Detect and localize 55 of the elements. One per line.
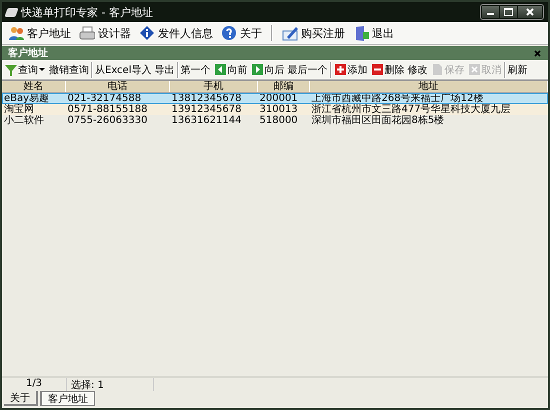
- toolbar-button[interactable]: 发件人信息: [137, 23, 215, 43]
- table-cell: 小二软件: [2, 115, 66, 126]
- column-header[interactable]: 手机: [170, 81, 258, 92]
- toolbar-button[interactable]: 退出: [351, 23, 396, 43]
- pen-icon: [282, 25, 298, 41]
- toolbar-button[interactable]: 删除: [370, 62, 406, 78]
- toolbar-button[interactable]: 客户地址: [6, 23, 73, 43]
- table-cell: 13812345678: [170, 92, 258, 104]
- toolbar-button[interactable]: 第一个: [180, 62, 212, 78]
- toolbar-button[interactable]: 查询: [3, 62, 39, 78]
- toolbar-button[interactable]: 从Excel导入: [94, 62, 152, 78]
- toolbar-button[interactable]: 刷新: [506, 62, 528, 78]
- toolbar-button[interactable]: 添加: [332, 62, 368, 78]
- column-header[interactable]: 邮编: [258, 81, 310, 92]
- help-icon: [221, 25, 237, 41]
- table-cell: 021-32174588: [66, 92, 170, 104]
- plus-icon: [334, 63, 346, 76]
- printer-icon: [79, 25, 95, 41]
- toolbar-button[interactable]: 购买注册: [280, 23, 347, 43]
- close-button[interactable]: [518, 6, 542, 18]
- caret-icon[interactable]: [39, 68, 45, 71]
- column-header[interactable]: 电话: [66, 81, 170, 92]
- table-cell: 0755-26063330: [66, 115, 170, 126]
- toolbar-button[interactable]: 关于: [219, 23, 264, 43]
- app-icon: [4, 8, 19, 16]
- cancel-icon: [468, 63, 480, 76]
- door-icon: [353, 25, 369, 41]
- people-icon: [8, 25, 24, 41]
- toolbar-button[interactable]: 向后: [250, 62, 286, 78]
- toolbar-button[interactable]: 修改: [406, 62, 428, 78]
- table-cell: 310013: [258, 104, 310, 115]
- column-header[interactable]: 姓名: [2, 81, 66, 92]
- filter-icon: [4, 63, 17, 76]
- info-icon: [139, 25, 155, 41]
- toolbar-button[interactable]: 撤销查询: [48, 62, 90, 78]
- minus-icon: [370, 63, 384, 76]
- toolbar-button[interactable]: 最后一个: [286, 62, 328, 78]
- table-cell: 13912345678: [170, 104, 258, 115]
- toolbar-button[interactable]: 设计器: [77, 23, 133, 43]
- tab[interactable]: 关于: [4, 391, 38, 406]
- toolbar-button[interactable]: 导出: [154, 62, 176, 78]
- maximize-button[interactable]: [500, 6, 517, 18]
- column-header[interactable]: 地址: [310, 81, 548, 92]
- window-title: 快递单打印专家 - 客户地址: [21, 4, 154, 20]
- minimize-button[interactable]: [482, 6, 499, 18]
- close-icon: [526, 8, 534, 16]
- tab[interactable]: 客户地址: [40, 391, 95, 406]
- table-cell: 0571-88155188: [66, 104, 170, 115]
- table-cell: 518000: [258, 115, 310, 126]
- close-icon: [534, 50, 541, 56]
- table-cell: 200001: [258, 92, 310, 104]
- document-icon: [430, 63, 444, 76]
- toolbar-button[interactable]: 向前: [212, 62, 248, 78]
- panel-title: 客户地址: [8, 46, 48, 60]
- table-cell: 13631621144: [170, 115, 258, 126]
